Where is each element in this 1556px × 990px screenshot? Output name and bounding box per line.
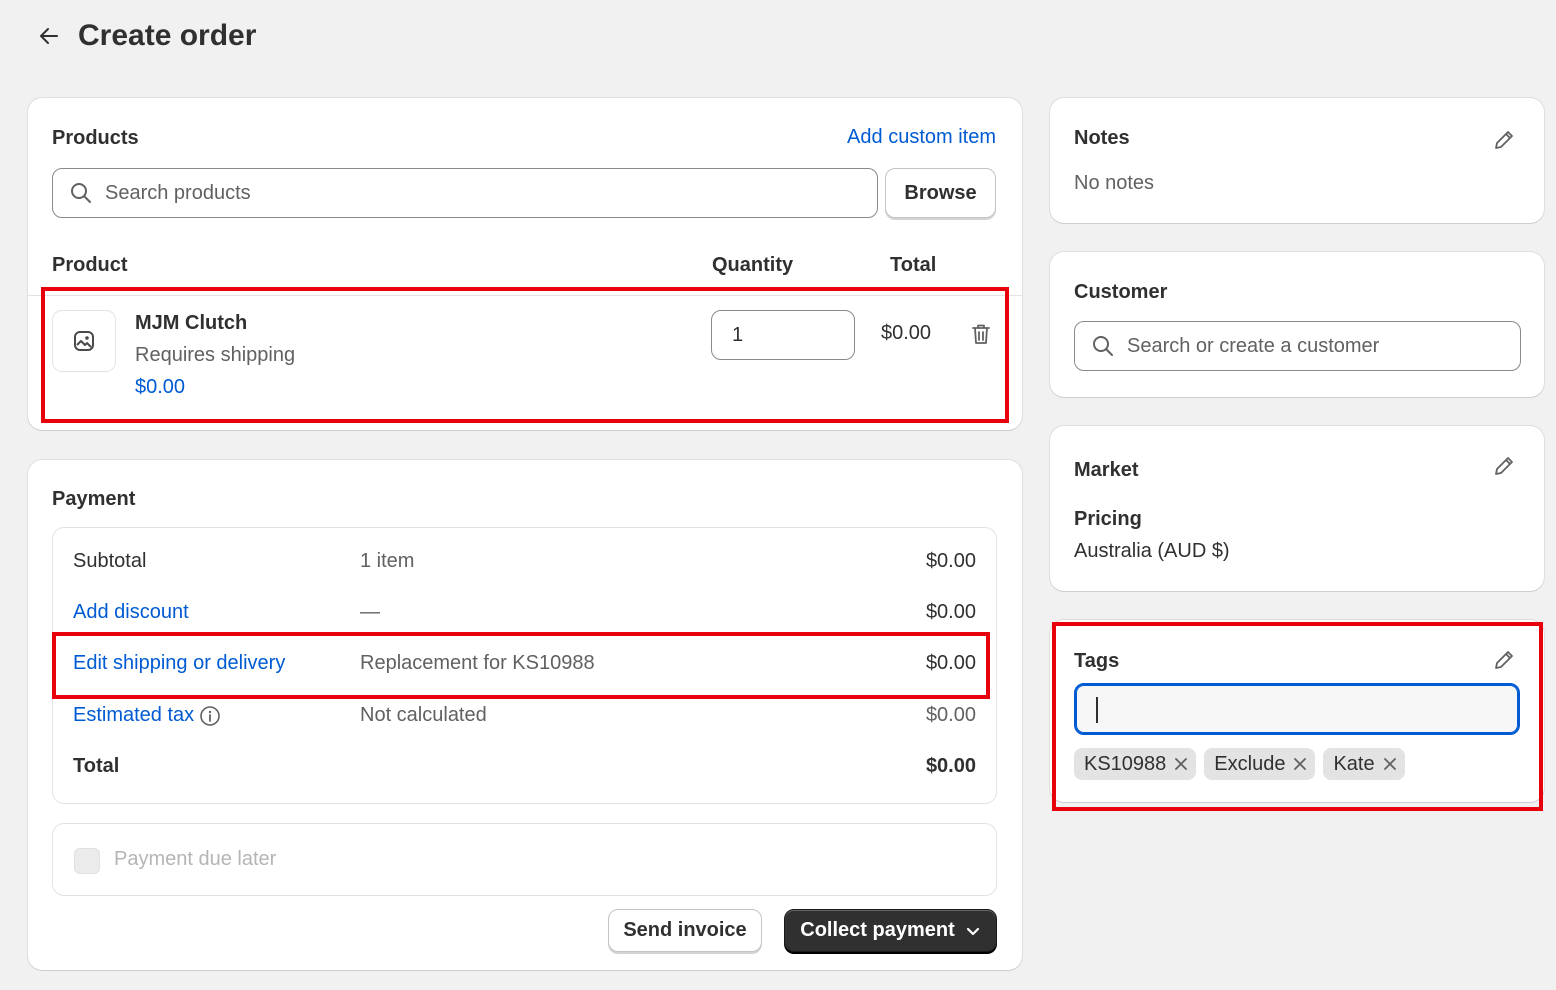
product-image-placeholder — [52, 310, 116, 372]
estimated-tax-link[interactable]: Estimated tax — [73, 704, 194, 727]
remove-tag-close-icon[interactable] — [1293, 757, 1307, 771]
notes-card: Notes No notes — [1050, 98, 1544, 223]
total-column-header: Total — [890, 254, 937, 276]
pricing-label: Pricing — [1074, 508, 1142, 530]
payment-summary: Subtotal 1 item $0.00 Add discount — $0.… — [52, 527, 997, 804]
total-label: Total — [73, 755, 120, 777]
tag-chip: KS10988 — [1074, 748, 1197, 780]
market-title: Market — [1074, 459, 1139, 481]
text-cursor — [1096, 697, 1098, 723]
payment-due-later-label: Payment due later — [114, 848, 277, 870]
collect-payment-label: Collect payment — [800, 919, 955, 941]
add-custom-item-link[interactable]: Add custom item — [847, 126, 996, 149]
page-title: Create order — [78, 19, 257, 52]
search-icon — [71, 183, 91, 203]
customer-search-input[interactable]: Search or create a customer — [1074, 321, 1521, 371]
tax-detail: Not calculated — [360, 704, 487, 726]
customer-search-placeholder: Search or create a customer — [1127, 334, 1380, 357]
info-icon[interactable] — [199, 705, 221, 727]
tags-card: Tags KS10988 Exclude Kate — [1050, 620, 1544, 802]
remove-tag-close-icon[interactable] — [1383, 757, 1397, 771]
market-card: Market Pricing Australia (AUD $) — [1050, 426, 1544, 591]
customer-card: Customer Search or create a customer — [1050, 252, 1544, 397]
notes-text: No notes — [1074, 172, 1155, 194]
add-discount-link[interactable]: Add discount — [73, 601, 189, 624]
total-amount: $0.00 — [925, 755, 976, 777]
discount-detail: — — [360, 601, 380, 623]
payment-due-later-checkbox[interactable] — [74, 848, 100, 874]
chevron-down-icon — [966, 927, 979, 935]
tags-title: Tags — [1074, 650, 1120, 672]
image-icon — [74, 331, 94, 351]
product-column-header: Product — [52, 254, 128, 276]
tax-amount: $0.00 — [925, 704, 976, 726]
edit-notes-pencil-icon[interactable] — [1492, 128, 1516, 157]
quantity-value: 1 — [732, 323, 744, 346]
tag-label: Exclude — [1214, 752, 1286, 775]
quantity-input[interactable]: 1 — [711, 310, 855, 360]
delete-product-icon[interactable] — [970, 322, 992, 351]
tag-chip: Exclude — [1204, 748, 1316, 780]
product-price-link[interactable]: $0.00 — [135, 376, 185, 399]
product-shipping-status: Requires shipping — [135, 344, 296, 366]
tag-chip: Kate — [1323, 748, 1405, 780]
product-search-placeholder: Search products — [105, 181, 251, 204]
remove-tag-close-icon[interactable] — [1174, 757, 1188, 771]
tag-list: KS10988 Exclude Kate — [1074, 748, 1405, 780]
discount-row: Add discount — $0.00 — [53, 599, 996, 629]
product-total: $0.00 — [881, 322, 932, 344]
tag-label: Kate — [1333, 752, 1375, 775]
products-title: Products — [52, 127, 139, 149]
collect-payment-button[interactable]: Collect payment — [784, 909, 997, 952]
discount-amount: $0.00 — [925, 601, 976, 623]
products-divider — [28, 295, 1022, 296]
product-name: MJM Clutch — [135, 312, 248, 334]
product-search-input[interactable]: Search products — [52, 168, 878, 218]
payment-title: Payment — [52, 488, 136, 510]
send-invoice-button[interactable]: Send invoice — [608, 909, 762, 952]
page-header: Create order — [36, 14, 256, 58]
search-icon — [1093, 336, 1113, 356]
subtotal-row: Subtotal 1 item $0.00 — [53, 548, 996, 578]
products-card: Products Add custom item Search products… — [28, 98, 1022, 430]
edit-shipping-link[interactable]: Edit shipping or delivery — [73, 652, 285, 675]
edit-market-pencil-icon[interactable] — [1492, 454, 1516, 483]
shipping-detail: Replacement for KS10988 — [360, 652, 595, 674]
customer-title: Customer — [1074, 281, 1168, 303]
back-arrow-icon[interactable] — [36, 23, 62, 49]
shipping-row: Edit shipping or delivery Replacement fo… — [53, 650, 996, 680]
subtotal-detail: 1 item — [360, 550, 415, 572]
estimated-tax-label: Estimated tax — [73, 704, 221, 727]
payment-due-later-box: Payment due later — [52, 823, 997, 896]
subtotal-amount: $0.00 — [925, 550, 976, 572]
tag-label: KS10988 — [1084, 752, 1167, 775]
tags-input[interactable] — [1074, 683, 1520, 735]
subtotal-label: Subtotal — [73, 550, 147, 572]
total-row: Total $0.00 — [53, 753, 996, 783]
notes-title: Notes — [1074, 127, 1130, 149]
edit-tags-pencil-icon[interactable] — [1492, 648, 1516, 677]
payment-card: Payment Subtotal 1 item $0.00 Add discou… — [28, 460, 1022, 970]
quantity-column-header: Quantity — [712, 254, 794, 276]
pricing-value: Australia (AUD $) — [1074, 540, 1230, 562]
shipping-amount: $0.00 — [925, 652, 976, 674]
tax-row: Estimated tax Not calculated $0.00 — [53, 702, 996, 732]
browse-button[interactable]: Browse — [885, 168, 996, 218]
